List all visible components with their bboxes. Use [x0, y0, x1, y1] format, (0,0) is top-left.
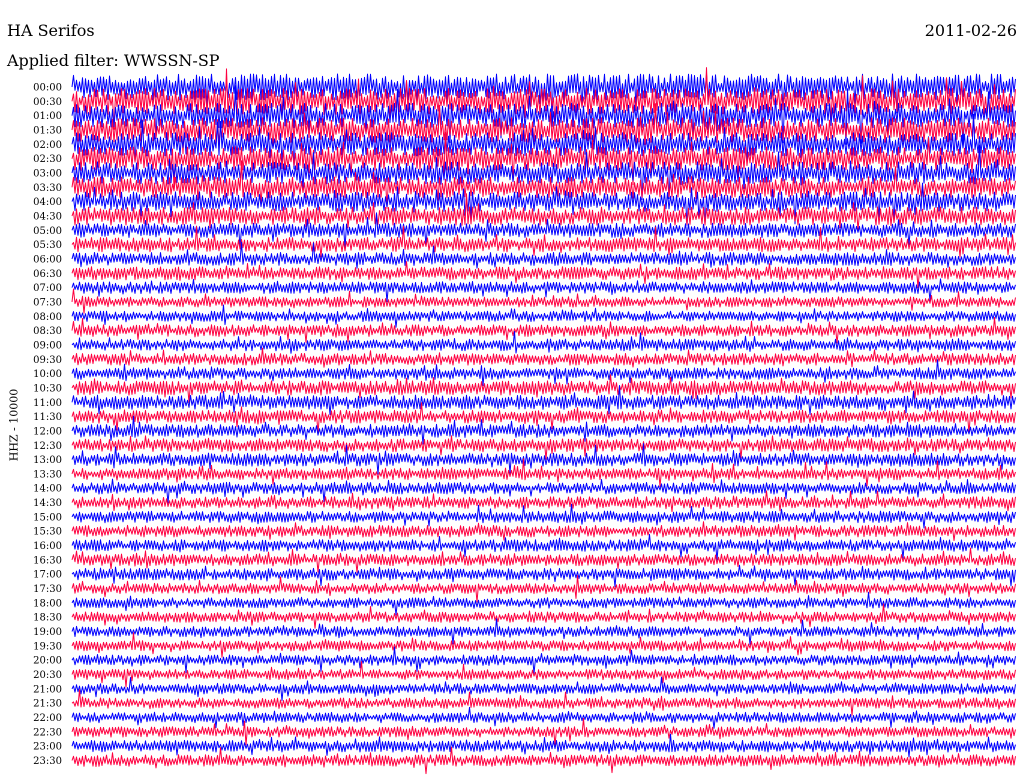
row-time-label: 17:30 — [33, 584, 62, 595]
seismic-trace — [71, 278, 1016, 303]
row-time-label: 21:30 — [33, 699, 62, 710]
seismic-trace — [71, 304, 1016, 328]
seismic-trace — [71, 533, 1016, 561]
row-time-label: 11:00 — [33, 398, 62, 409]
row-time-label: 16:00 — [33, 541, 62, 552]
seismic-trace — [71, 359, 1016, 387]
row-time-label: 02:00 — [33, 140, 62, 151]
row-time-label: 09:30 — [33, 355, 62, 366]
seismic-trace — [71, 618, 1016, 645]
row-time-label: 09:00 — [33, 340, 62, 351]
row-time-label: 13:00 — [33, 455, 62, 466]
seismic-trace — [71, 632, 1016, 658]
row-time-label: 05:00 — [33, 226, 62, 237]
seismic-trace — [71, 591, 1016, 616]
row-time-label: 16:30 — [33, 555, 62, 566]
row-time-label: 02:30 — [33, 154, 62, 165]
seismic-trace — [71, 490, 1016, 513]
row-time-label: 04:30 — [33, 211, 62, 222]
row-time-label: 13:30 — [33, 469, 62, 480]
row-time-label: 22:00 — [33, 713, 62, 724]
row-time-label: 08:30 — [33, 326, 62, 337]
row-time-label: 14:30 — [33, 498, 62, 509]
helicorder-chart: 00:00 00:30 01:00 01:30 02:00 02:30 03:00 03:30… — [33, 67, 1016, 775]
row-time-label: 15:00 — [33, 512, 62, 523]
seismic-trace — [71, 547, 1016, 573]
row-time-label: 20:30 — [33, 670, 62, 681]
row-time-label: 18:30 — [33, 613, 62, 624]
seismic-trace — [71, 317, 1016, 344]
seismic-trace — [71, 521, 1016, 541]
row-time-label: 15:30 — [33, 527, 62, 538]
seismic-trace — [71, 347, 1016, 368]
row-time-label: 05:30 — [33, 240, 62, 251]
row-time-label: 07:00 — [33, 283, 62, 294]
row-time-label: 06:30 — [33, 269, 62, 280]
row-time-label: 12:00 — [33, 426, 62, 437]
row-time-label: 23:00 — [33, 742, 62, 753]
seismic-trace — [71, 676, 1016, 701]
seismic-trace — [71, 435, 1016, 460]
seismic-trace — [71, 503, 1016, 529]
row-time-label: 23:30 — [33, 756, 62, 767]
row-time-label: 04:00 — [33, 197, 62, 208]
row-time-label: 14:00 — [33, 484, 62, 495]
row-time-label: 21:00 — [33, 684, 62, 695]
row-time-label: 18:00 — [33, 598, 62, 609]
seismic-trace — [71, 564, 1016, 588]
row-time-label: 19:30 — [33, 641, 62, 652]
row-time-label: 17:00 — [33, 570, 62, 581]
row-time-label: 20:00 — [33, 656, 62, 667]
seismic-trace — [71, 575, 1016, 603]
row-time-label: 19:00 — [33, 627, 62, 638]
row-time-label: 11:30 — [33, 412, 62, 423]
seismic-trace — [71, 661, 1016, 688]
seismic-trace — [71, 733, 1016, 758]
seismic-trace — [71, 603, 1016, 629]
row-time-label: 08:00 — [33, 312, 62, 323]
row-time-label: 10:30 — [33, 383, 62, 394]
seismic-trace — [71, 646, 1016, 674]
row-time-label: 07:30 — [33, 297, 62, 308]
row-time-label: 12:30 — [33, 441, 62, 452]
row-time-label: 01:00 — [33, 111, 62, 122]
seismic-trace — [71, 689, 1016, 716]
row-time-label: 22:30 — [33, 727, 62, 738]
row-time-label: 03:00 — [33, 168, 62, 179]
seismic-trace — [71, 478, 1016, 504]
row-time-label: 06:00 — [33, 254, 62, 265]
row-time-label: 01:30 — [33, 125, 62, 136]
seismic-trace — [71, 288, 1016, 314]
seismic-trace — [71, 706, 1016, 729]
row-time-label: 10:00 — [33, 369, 62, 380]
row-time-label: 03:30 — [33, 183, 62, 194]
row-time-label: 00:00 — [33, 83, 62, 94]
row-time-label: 00:30 — [33, 97, 62, 108]
